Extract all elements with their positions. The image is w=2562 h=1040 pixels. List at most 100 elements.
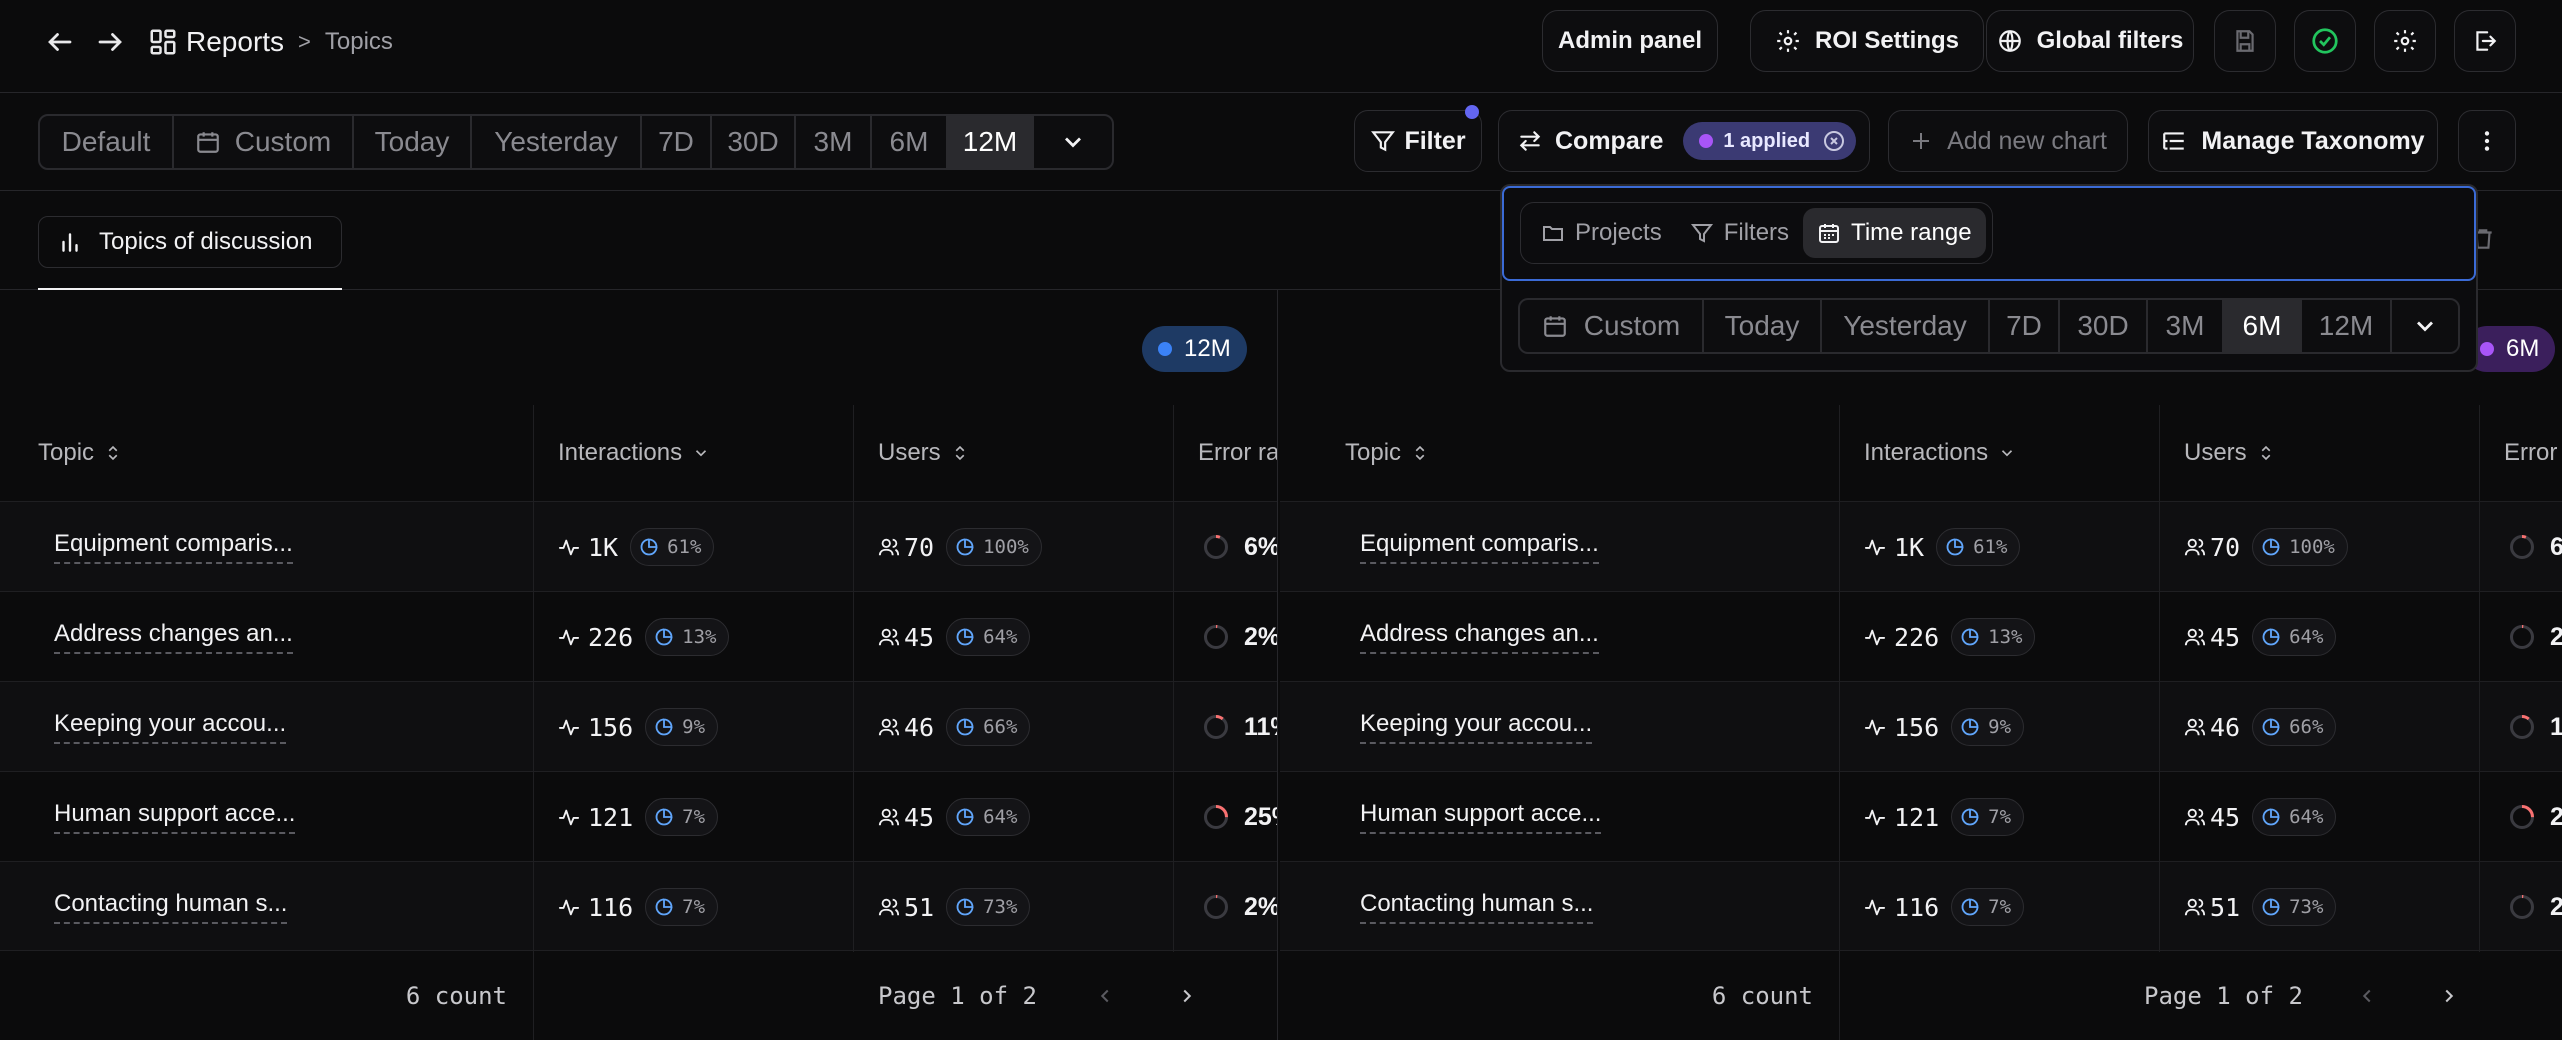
compare-range-yesterday[interactable]: Yesterday [1822, 300, 1990, 352]
table-row[interactable]: Contacting human s... 116 7% 51 73% 2% [0, 861, 1277, 952]
column-header-topic[interactable]: Topic [0, 405, 534, 501]
range-7d[interactable]: 7D [642, 116, 712, 168]
topic-cell[interactable]: Equipment comparis... [1280, 502, 1840, 592]
prev-page-icon[interactable] [1094, 985, 1116, 1007]
page-indicator: Page 1 of 2 [878, 982, 1037, 1010]
compare-range-30d[interactable]: 30D [2060, 300, 2148, 352]
topic-name[interactable]: Equipment comparis... [54, 530, 293, 564]
table-row[interactable]: Equipment comparis... 1K 61% 70 100% 6% [0, 501, 1277, 592]
column-header-interactions[interactable]: Interactions [1840, 405, 2160, 501]
range-today[interactable]: Today [354, 116, 472, 168]
range-12m[interactable]: 12M [948, 116, 1034, 168]
topic-name[interactable]: Keeping your accou... [54, 710, 287, 744]
topic-name[interactable]: Address changes an... [54, 620, 293, 654]
interactions-share-badge: 61% [630, 528, 715, 566]
column-header-topic[interactable]: Topic [1280, 405, 1840, 501]
compare-range-12m[interactable]: 12M [2302, 300, 2392, 352]
pie-chart-icon [654, 717, 682, 737]
range-30d[interactable]: 30D [712, 116, 796, 168]
roi-settings-button[interactable]: ROI Settings [1750, 10, 1984, 72]
compare-tab-label: Filters [1723, 219, 1790, 246]
compare-tab-filters[interactable]: Filters [1676, 208, 1803, 258]
topic-cell[interactable]: Human support acce... [0, 772, 534, 862]
topic-name[interactable]: Contacting human s... [54, 890, 288, 924]
topic-cell[interactable]: Keeping your accou... [0, 682, 534, 772]
range-default[interactable]: Default [40, 116, 174, 168]
compare-applied-badge[interactable]: 1 applied [1683, 122, 1857, 160]
interactions-share: 13% [682, 626, 717, 648]
tab-topics-of-discussion[interactable]: Topics of discussion [38, 216, 342, 268]
admin-panel-button[interactable]: Admin panel [1542, 10, 1718, 72]
range-6m[interactable]: 6M [872, 116, 948, 168]
next-page-icon[interactable] [2438, 985, 2460, 1007]
table-row[interactable]: Human support acce... 121 7% 45 64% 2 [1280, 771, 2562, 862]
close-circle-icon[interactable] [1822, 129, 1846, 153]
topic-name[interactable]: Equipment comparis... [1360, 530, 1599, 564]
error-rate-value: 2 [2550, 622, 2562, 651]
topic-cell[interactable]: Human support acce... [1280, 772, 1840, 862]
prev-page-icon[interactable] [2356, 985, 2378, 1007]
compare-range-more-dropdown[interactable] [2392, 300, 2458, 352]
global-filters-button[interactable]: Global filters [1986, 10, 2194, 72]
range-custom-label: Custom [234, 126, 332, 157]
column-header-error-rate[interactable]: Error ra [1174, 405, 1277, 501]
table-row[interactable]: Contacting human s... 116 7% 51 73% 2 [1280, 861, 2562, 952]
status-ok-button[interactable] [2294, 10, 2356, 72]
topic-name[interactable]: Keeping your accou... [1360, 710, 1593, 744]
compare-range-7d[interactable]: 7D [1990, 300, 2060, 352]
filter-button[interactable]: Filter [1354, 105, 1482, 172]
topic-name[interactable]: Human support acce... [1360, 800, 1602, 834]
topic-cell[interactable]: Contacting human s... [1280, 862, 1840, 952]
forward-arrow-icon[interactable] [90, 22, 130, 62]
compare-range-today[interactable]: Today [1704, 300, 1822, 352]
breadcrumb-reports[interactable]: Reports [186, 26, 284, 58]
error-rate-ring [2508, 533, 2550, 561]
table-row[interactable]: Address changes an... 226 13% 45 64% 2 [1280, 591, 2562, 682]
topic-cell[interactable]: Address changes an... [0, 592, 534, 682]
pie-chart-icon [1945, 537, 1973, 557]
compare-tab-projects[interactable]: Projects [1527, 208, 1676, 258]
bar-chart-icon [57, 229, 83, 255]
add-new-chart-button[interactable]: Add new chart [1888, 110, 2128, 172]
topic-cell[interactable]: Address changes an... [1280, 592, 1840, 682]
compare-button[interactable]: Compare 1 applied [1498, 110, 1870, 172]
error-rate-ring [2508, 803, 2550, 831]
manage-taxonomy-button[interactable]: Manage Taxonomy [2148, 110, 2438, 172]
table-row[interactable]: Human support acce... 121 7% 45 64% 25% [0, 771, 1277, 862]
column-header-users[interactable]: Users [854, 405, 1174, 501]
compare-tab-time-range[interactable]: Time range [1803, 208, 1986, 258]
table-row[interactable]: Keeping your accou... 156 9% 46 66% 1 [1280, 681, 2562, 772]
save-button[interactable] [2214, 10, 2276, 72]
compare-range-custom[interactable]: Custom [1520, 300, 1704, 352]
logout-button[interactable] [2454, 10, 2516, 72]
table-row[interactable]: Address changes an... 226 13% 45 64% 2% [0, 591, 1277, 682]
settings-button[interactable] [2374, 10, 2436, 72]
interactions-value: 226 [588, 622, 634, 652]
topic-name[interactable]: Human support acce... [54, 800, 296, 834]
activity-icon [1864, 626, 1886, 648]
next-page-icon[interactable] [1176, 985, 1198, 1007]
users-share: 73% [983, 896, 1018, 918]
range-3m[interactable]: 3M [796, 116, 872, 168]
column-header-error-rate[interactable]: Error [2480, 405, 2562, 501]
compare-range-3m[interactable]: 3M [2148, 300, 2224, 352]
more-options-button[interactable] [2458, 110, 2516, 172]
topic-cell[interactable]: Equipment comparis... [0, 502, 534, 592]
range-custom[interactable]: Custom [174, 116, 354, 168]
compare-range-6m[interactable]: 6M [2224, 300, 2302, 352]
chevron-down-icon [2411, 312, 2439, 340]
back-arrow-icon[interactable] [40, 22, 80, 62]
column-header-interactions[interactable]: Interactions [534, 405, 854, 501]
table-row[interactable]: Keeping your accou... 156 9% 46 66% 11% [0, 681, 1277, 772]
range-yesterday[interactable]: Yesterday [472, 116, 642, 168]
topic-cell[interactable]: Contacting human s... [0, 862, 534, 952]
range-more-dropdown[interactable] [1034, 116, 1112, 168]
topic-name[interactable]: Address changes an... [1360, 620, 1599, 654]
column-header-label: Users [878, 439, 941, 466]
topic-name[interactable]: Contacting human s... [1360, 890, 1594, 924]
pie-chart-icon [1960, 717, 1988, 737]
topic-cell[interactable]: Keeping your accou... [1280, 682, 1840, 772]
table-row[interactable]: Equipment comparis... 1K 61% 70 100% 6 [1280, 501, 2562, 592]
column-header-users[interactable]: Users [2160, 405, 2480, 501]
logout-icon [2472, 28, 2498, 54]
